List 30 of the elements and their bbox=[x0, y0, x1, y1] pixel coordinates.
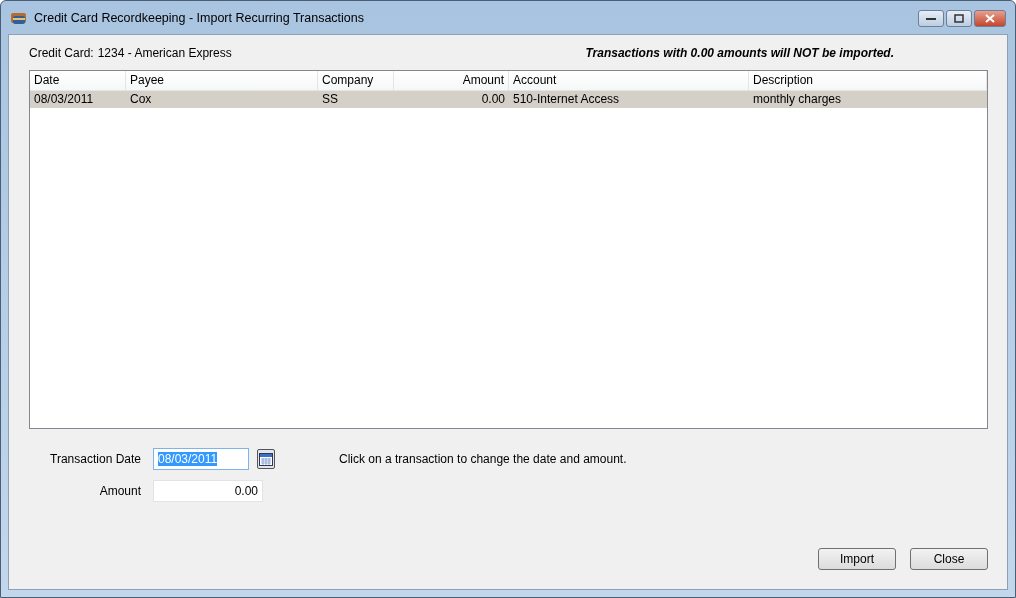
calendar-button[interactable] bbox=[257, 449, 275, 469]
field-label: Transaction Date bbox=[49, 452, 141, 466]
table-cell-text: Cox bbox=[129, 91, 153, 108]
credit-card-value: 1234 - American Express bbox=[97, 46, 232, 60]
table-cell-text: 510-Internet Access bbox=[512, 91, 621, 108]
amount-field[interactable]: 0.00 bbox=[153, 480, 263, 502]
close-icon bbox=[985, 14, 995, 23]
table-cell-text: 0.00 bbox=[480, 91, 506, 108]
hint-text: Click on a transaction to change the date and amount. bbox=[338, 452, 628, 466]
calendar-icon bbox=[259, 452, 273, 466]
dialog-button[interactable]: Import bbox=[818, 548, 896, 570]
column-header[interactable]: Description bbox=[749, 71, 987, 90]
table-cell-text: monthly charges bbox=[752, 91, 843, 108]
dialog-button[interactable]: Close bbox=[910, 548, 988, 570]
notice-text: Transactions with 0.00 amounts will NOT be imported. bbox=[585, 46, 894, 60]
column-header[interactable]: Account bbox=[509, 71, 749, 90]
column-header[interactable]: Payee bbox=[126, 71, 318, 90]
credit-card-label: Credit Card: bbox=[29, 46, 94, 60]
minimize-button[interactable] bbox=[918, 10, 944, 27]
close-button[interactable] bbox=[974, 10, 1006, 27]
table-row[interactable]: 08/03/2011 Cox SS 0.00 510-Internet Access monthly charges bbox=[30, 91, 987, 108]
column-header[interactable]: Date bbox=[30, 71, 126, 90]
column-header[interactable]: Company bbox=[318, 71, 394, 90]
maximize-button[interactable] bbox=[946, 10, 972, 27]
table-cell-text: SS bbox=[321, 91, 339, 108]
window-title: Credit Card Recordkeeping - Import Recurring Transactions bbox=[34, 10, 365, 25]
field-label: Amount bbox=[98, 484, 141, 498]
table-cell-text: 08/03/2011 bbox=[33, 91, 95, 108]
column-header[interactable]: Amount bbox=[394, 71, 509, 90]
maximize-icon bbox=[954, 14, 964, 23]
